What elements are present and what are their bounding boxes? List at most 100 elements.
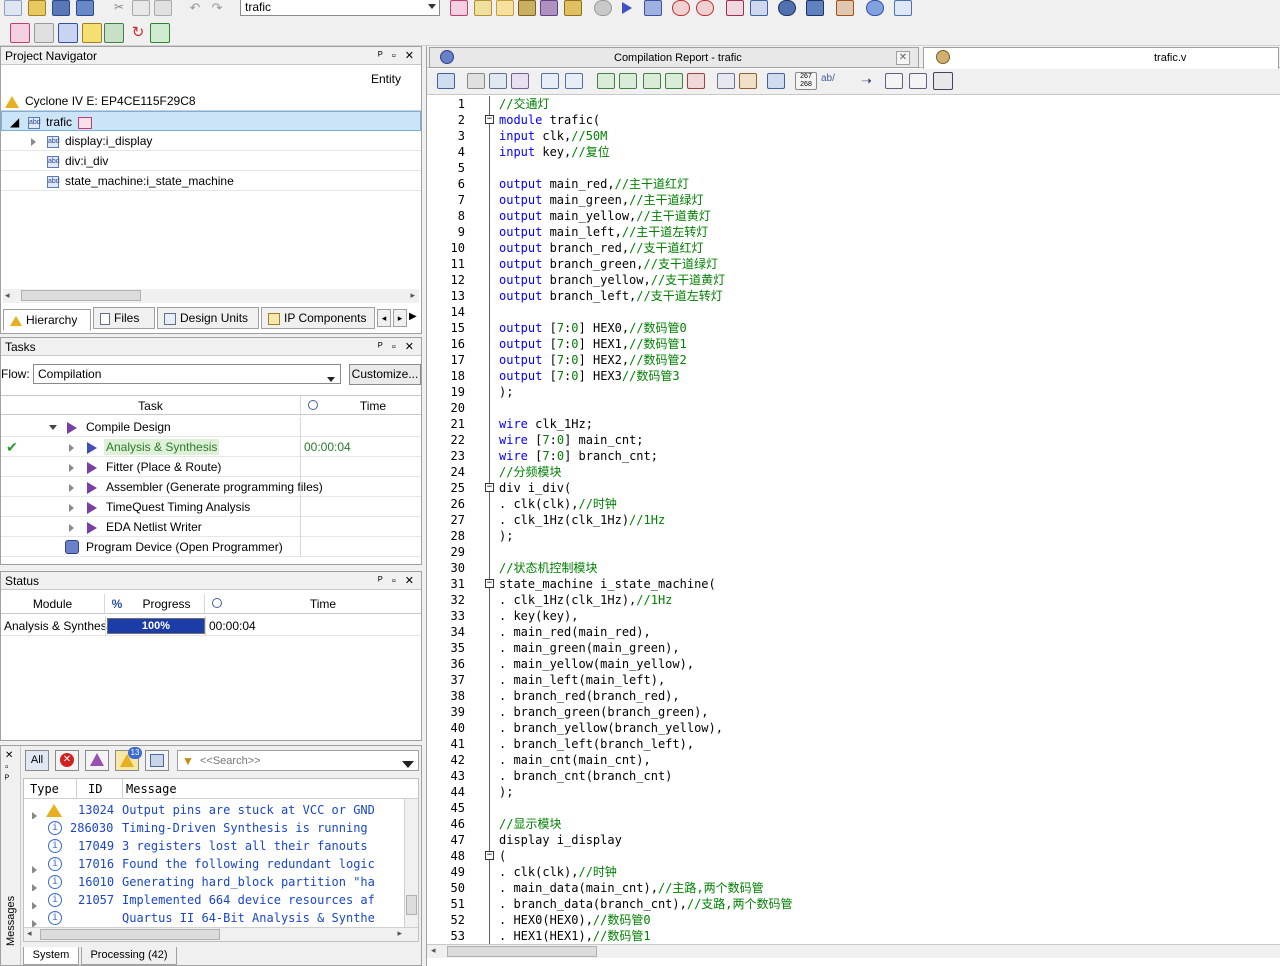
comment-block-icon[interactable] — [739, 73, 757, 89]
find-icon[interactable] — [467, 73, 485, 89]
expand-arrow-icon[interactable] — [69, 463, 74, 472]
scroll-left-icon[interactable]: ◂ — [27, 928, 32, 939]
device-row[interactable]: Cyclone IV E: EP4CE115F29C8 — [1, 91, 421, 111]
stop-icon[interactable] — [594, 0, 612, 16]
arrow-right-icon[interactable]: ➝ — [861, 73, 879, 89]
code-line[interactable]: 10 output branch_red,//支干道红灯 — [427, 240, 1280, 256]
module-column-header[interactable]: Module — [1, 594, 105, 614]
collapse-arrow-icon[interactable] — [49, 425, 57, 431]
chip-planner-icon[interactable] — [540, 0, 558, 16]
code-line[interactable]: 48 −( — [427, 848, 1280, 864]
code-line[interactable]: 27 . clk_1Hz(clk_1Hz)//1Hz — [427, 512, 1280, 528]
redo-icon[interactable]: ↷ — [208, 0, 226, 16]
bookmark-list-icon[interactable] — [665, 73, 683, 89]
copy-icon[interactable] — [132, 0, 150, 16]
code-line[interactable]: 16 output [7:0] HEX1,//数码管1 — [427, 336, 1280, 352]
id-column-header[interactable]: ID — [88, 779, 102, 799]
expand-arrow-icon[interactable] — [69, 503, 74, 512]
code-line[interactable]: 34 . main_red(main_red), — [427, 624, 1280, 640]
rtl-viewer-icon[interactable] — [726, 0, 744, 16]
code-line[interactable]: 49 . clk(clk),//时钟 — [427, 864, 1280, 880]
code-line[interactable]: 18 output [7:0] HEX3//数码管3 — [427, 368, 1280, 384]
paste-icon[interactable] — [154, 0, 172, 16]
code-line[interactable]: 17 output [7:0] HEX2,//数码管2 — [427, 352, 1280, 368]
code-line[interactable]: 53 . HEX1(HEX1),//数码管1 — [427, 928, 1280, 944]
code-line[interactable]: 31 − state_machine i_state_machine( — [427, 576, 1280, 592]
run-task-icon[interactable] — [67, 421, 77, 434]
scroll-thumb[interactable] — [21, 290, 141, 301]
navigator-hscrollbar[interactable]: ◂ ▸ — [3, 289, 419, 303]
code-line[interactable]: 35 . main_green(main_green), — [427, 640, 1280, 656]
code-line[interactable]: 15 output [7:0] HEX0,//数码管0 — [427, 320, 1280, 336]
align-icon[interactable] — [885, 73, 903, 89]
code-line[interactable]: 20 — [427, 400, 1280, 416]
code-line[interactable]: 40 . branch_yellow(branch_yellow), — [427, 720, 1280, 736]
code-line[interactable]: 5 — [427, 160, 1280, 176]
panel-controls-icon[interactable]: ✕ ▫ ᴾ — [5, 750, 13, 786]
expand-arrow-icon[interactable] — [69, 443, 74, 452]
undo-icon[interactable]: ↶ — [186, 0, 204, 16]
fold-toggle-icon[interactable]: − — [485, 483, 494, 492]
customize-button[interactable]: Customize... — [349, 364, 421, 385]
flow-select[interactable]: Compilation — [33, 364, 341, 384]
project-select[interactable]: trafic — [240, 0, 440, 16]
line-numbers-icon[interactable]: 267 268 — [795, 72, 817, 90]
tab-design-units[interactable]: Design Units — [157, 307, 259, 329]
code-line[interactable]: 9 output main_left,//主干道左转灯 — [427, 224, 1280, 240]
editor-hscrollbar[interactable]: ◂ — [427, 944, 1280, 958]
wrap-icon[interactable] — [909, 73, 927, 89]
panel-controls-icon[interactable]: ᴾ ▫ ✕ — [378, 574, 417, 587]
tree-item-div[interactable]: abd div:i_div — [1, 151, 421, 171]
filter-errors-button[interactable]: ✕ — [55, 750, 79, 771]
collapse-arrow-icon[interactable]: ◢ — [10, 112, 19, 132]
comment-icon[interactable] — [894, 0, 912, 16]
run-task-icon[interactable] — [87, 521, 97, 534]
scroll-thumb[interactable] — [406, 895, 417, 915]
cut-icon[interactable]: ✂ — [110, 0, 128, 16]
start-compilation-icon[interactable] — [622, 0, 640, 16]
run-task-icon[interactable] — [87, 441, 97, 454]
code-line[interactable]: 24 //分频模块 — [427, 464, 1280, 480]
hierarchy-tool-icon[interactable] — [10, 23, 30, 43]
timing-icon[interactable] — [696, 0, 714, 16]
code-line[interactable]: 39 . branch_green(branch_green), — [427, 704, 1280, 720]
task-row-analysis-synthesis[interactable]: ✔ Analysis & Synthesis 00:00:04 — [1, 437, 421, 457]
message-column-header[interactable]: Message — [126, 779, 177, 799]
code-line[interactable]: 38 . branch_red(branch_red), — [427, 688, 1280, 704]
pin-planner-icon[interactable] — [496, 0, 514, 16]
code-line[interactable]: 28); — [427, 528, 1280, 544]
status-row[interactable]: Analysis & Synthesis 100% 00:00:04 — [1, 616, 421, 636]
refresh-icon[interactable]: ↻ — [128, 23, 148, 43]
code-line[interactable]: 46 //显示模块 — [427, 816, 1280, 832]
code-line[interactable]: 47 display i_display — [427, 832, 1280, 848]
scroll-left-icon[interactable]: ◂ — [5, 290, 10, 301]
message-row[interactable]: 13024 Output pins are stuck at VCC or GND — [24, 801, 418, 819]
filter-critical-warnings-button[interactable] — [85, 750, 109, 771]
code-line[interactable]: 42 . main_cnt(main_cnt), — [427, 752, 1280, 768]
message-row[interactable]: i 21057 Implemented 664 device resources a… — [24, 891, 418, 909]
expand-arrow-icon[interactable] — [69, 483, 74, 492]
expand-arrow-icon[interactable] — [32, 919, 37, 927]
notes-icon[interactable] — [82, 23, 102, 43]
code-line[interactable]: 3 input clk,//50M — [427, 128, 1280, 144]
tab-scroll-left-icon[interactable]: ◂ — [377, 309, 391, 327]
task-row-program-device[interactable]: Program Device (Open Programmer) — [1, 537, 421, 557]
outdent-icon[interactable] — [565, 73, 583, 89]
check-syntax-icon[interactable] — [767, 73, 785, 89]
tab-system[interactable]: System — [23, 947, 79, 965]
insert-template-icon[interactable] — [437, 73, 455, 89]
save-all-icon[interactable] — [76, 0, 94, 16]
start-analysis-icon[interactable] — [644, 0, 662, 16]
tree-item-trafic[interactable]: ◢ abd trafic — [1, 111, 421, 131]
message-row[interactable]: i 16010 Generating hard_block partition "h… — [24, 873, 418, 891]
timing-analysis-icon[interactable] — [672, 0, 690, 16]
code-line[interactable]: 23 wire [7:0] branch_cnt; — [427, 448, 1280, 464]
filter-all-button[interactable]: All — [25, 750, 49, 771]
close-icon[interactable]: ✕ — [896, 51, 910, 65]
code-line[interactable]: 51 . branch_data(branch_cnt),//支路,两个数码管 — [427, 896, 1280, 912]
tab-compilation-report[interactable]: Compilation Report - trafic ✕ — [429, 47, 919, 68]
expand-arrow-icon[interactable] — [31, 137, 36, 146]
code-line[interactable]: 50 . main_data(main_cnt),//主路,两个数码管 — [427, 880, 1280, 896]
code-area[interactable]: 1//交通灯 2− module trafic(3 input clk,//50M 4 i… — [427, 96, 1280, 944]
panel-controls-icon[interactable]: ᴾ ▫ ✕ — [378, 49, 417, 62]
